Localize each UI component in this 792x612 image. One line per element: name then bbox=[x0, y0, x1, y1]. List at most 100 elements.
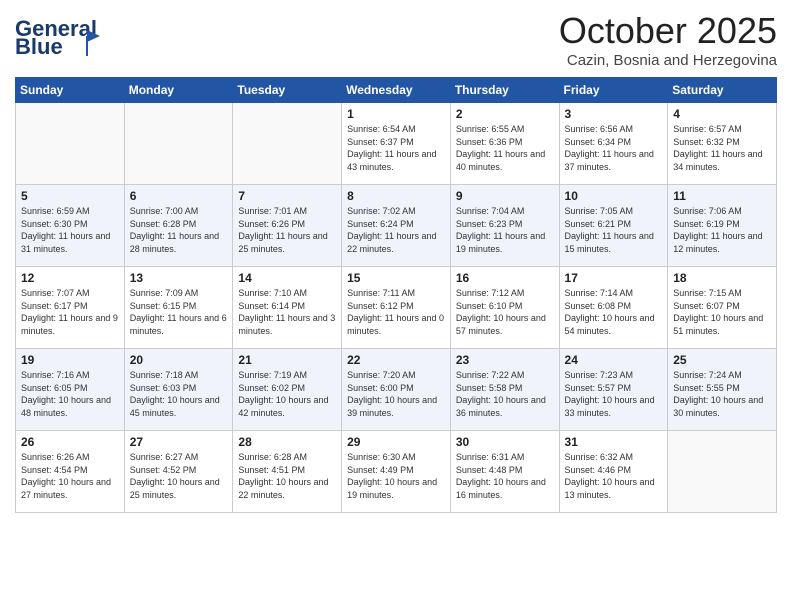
calendar-day-cell: 11 Sunrise: 7:06 AM Sunset: 6:19 PM Dayli… bbox=[668, 185, 777, 267]
day-number: 10 bbox=[565, 189, 663, 203]
calendar-day-cell bbox=[124, 103, 233, 185]
day-info: Sunrise: 7:20 AM Sunset: 6:00 PM Dayligh… bbox=[347, 369, 445, 419]
day-number: 27 bbox=[130, 435, 228, 449]
calendar-day-cell: 28Sunrise: 6:28 AM Sunset: 4:51 PM Dayli… bbox=[233, 431, 342, 513]
day-info: Sunrise: 7:07 AM Sunset: 6:17 PM Dayligh… bbox=[21, 287, 119, 337]
day-number: 22 bbox=[347, 353, 445, 367]
calendar-day-cell: 7 Sunrise: 7:01 AM Sunset: 6:26 PM Daylig… bbox=[233, 185, 342, 267]
calendar-day-cell: 6 Sunrise: 7:00 AM Sunset: 6:28 PM Daylig… bbox=[124, 185, 233, 267]
day-of-week-header: Wednesday bbox=[342, 78, 451, 103]
location: Cazin, Bosnia and Herzegovina bbox=[559, 52, 777, 69]
day-number: 1 bbox=[347, 107, 445, 121]
day-info: Sunrise: 7:18 AM Sunset: 6:03 PM Dayligh… bbox=[130, 369, 228, 419]
day-info: Sunrise: 7:02 AM Sunset: 6:24 PM Dayligh… bbox=[347, 205, 445, 255]
calendar-day-cell: 27 Sunrise: 6:27 AM Sunset: 4:52 PM Dayli… bbox=[124, 431, 233, 513]
day-info: Sunrise: 7:22 AM Sunset: 5:58 PM Dayligh… bbox=[456, 369, 554, 419]
day-info: Sunrise: 7:11 AM Sunset: 6:12 PM Dayligh… bbox=[347, 287, 445, 337]
day-number: 5 bbox=[21, 189, 119, 203]
calendar-week-row: 19 Sunrise: 7:16 AM Sunset: 6:05 PM Dayli… bbox=[16, 349, 777, 431]
calendar-day-cell bbox=[668, 431, 777, 513]
day-info: Sunrise: 6:32 AM Sunset: 4:46 PM Dayligh… bbox=[565, 451, 663, 501]
day-info: Sunrise: 6:59 AM Sunset: 6:30 PM Dayligh… bbox=[21, 205, 119, 255]
calendar-table: SundayMondayTuesdayWednesdayThursdayFrid… bbox=[15, 77, 777, 513]
day-number: 21 bbox=[238, 353, 336, 367]
calendar-day-cell: 24Sunrise: 7:23 AM Sunset: 5:57 PM Dayli… bbox=[559, 349, 668, 431]
day-info: Sunrise: 6:26 AM Sunset: 4:54 PM Dayligh… bbox=[21, 451, 119, 501]
day-info: Sunrise: 7:14 AM Sunset: 6:08 PM Dayligh… bbox=[565, 287, 663, 337]
day-number: 28 bbox=[238, 435, 336, 449]
day-info: Sunrise: 7:01 AM Sunset: 6:26 PM Dayligh… bbox=[238, 205, 336, 255]
calendar-day-cell: 22 Sunrise: 7:20 AM Sunset: 6:00 PM Dayli… bbox=[342, 349, 451, 431]
svg-text:Blue: Blue bbox=[15, 34, 63, 59]
logo-text: General Blue bbox=[15, 14, 110, 64]
calendar-week-row: 26Sunrise: 6:26 AM Sunset: 4:54 PM Dayli… bbox=[16, 431, 777, 513]
day-number: 3 bbox=[565, 107, 663, 121]
day-number: 2 bbox=[456, 107, 554, 121]
day-number: 8 bbox=[347, 189, 445, 203]
day-info: Sunrise: 7:00 AM Sunset: 6:28 PM Dayligh… bbox=[130, 205, 228, 255]
day-number: 7 bbox=[238, 189, 336, 203]
day-number: 6 bbox=[130, 189, 228, 203]
day-info: Sunrise: 6:27 AM Sunset: 4:52 PM Dayligh… bbox=[130, 451, 228, 501]
calendar-day-cell: 2 Sunrise: 6:55 AM Sunset: 6:36 PM Daylig… bbox=[450, 103, 559, 185]
calendar-day-cell: 25 Sunrise: 7:24 AM Sunset: 5:55 PM Dayli… bbox=[668, 349, 777, 431]
calendar-day-cell bbox=[16, 103, 125, 185]
calendar-day-cell: 5 Sunrise: 6:59 AM Sunset: 6:30 PM Daylig… bbox=[16, 185, 125, 267]
day-number: 23 bbox=[456, 353, 554, 367]
day-of-week-header: Saturday bbox=[668, 78, 777, 103]
calendar-day-cell: 12 Sunrise: 7:07 AM Sunset: 6:17 PM Dayli… bbox=[16, 267, 125, 349]
calendar-day-cell: 3 Sunrise: 6:56 AM Sunset: 6:34 PM Daylig… bbox=[559, 103, 668, 185]
day-info: Sunrise: 6:30 AM Sunset: 4:49 PM Dayligh… bbox=[347, 451, 445, 501]
calendar-day-cell: 15Sunrise: 7:11 AM Sunset: 6:12 PM Dayli… bbox=[342, 267, 451, 349]
day-number: 11 bbox=[673, 189, 771, 203]
day-of-week-header: Friday bbox=[559, 78, 668, 103]
day-number: 29 bbox=[347, 435, 445, 449]
calendar-day-cell: 29 Sunrise: 6:30 AM Sunset: 4:49 PM Dayli… bbox=[342, 431, 451, 513]
header: General Blue October 2025 Cazin, Bosnia … bbox=[15, 10, 777, 69]
calendar-day-cell: 4Sunrise: 6:57 AM Sunset: 6:32 PM Daylig… bbox=[668, 103, 777, 185]
title-block: October 2025 Cazin, Bosnia and Herzegovi… bbox=[559, 10, 777, 69]
day-number: 19 bbox=[21, 353, 119, 367]
day-number: 16 bbox=[456, 271, 554, 285]
calendar-day-cell: 21 Sunrise: 7:19 AM Sunset: 6:02 PM Dayli… bbox=[233, 349, 342, 431]
calendar-day-cell: 23 Sunrise: 7:22 AM Sunset: 5:58 PM Dayli… bbox=[450, 349, 559, 431]
day-info: Sunrise: 6:54 AM Sunset: 6:37 PM Dayligh… bbox=[347, 123, 445, 173]
page: General Blue October 2025 Cazin, Bosnia … bbox=[0, 0, 792, 612]
day-info: Sunrise: 6:56 AM Sunset: 6:34 PM Dayligh… bbox=[565, 123, 663, 173]
calendar-day-cell: 10 Sunrise: 7:05 AM Sunset: 6:21 PM Dayli… bbox=[559, 185, 668, 267]
calendar-week-row: 1 Sunrise: 6:54 AM Sunset: 6:37 PM Daylig… bbox=[16, 103, 777, 185]
day-number: 18 bbox=[673, 271, 771, 285]
day-number: 9 bbox=[456, 189, 554, 203]
day-of-week-header: Sunday bbox=[16, 78, 125, 103]
day-number: 13 bbox=[130, 271, 228, 285]
day-info: Sunrise: 7:04 AM Sunset: 6:23 PM Dayligh… bbox=[456, 205, 554, 255]
day-info: Sunrise: 7:24 AM Sunset: 5:55 PM Dayligh… bbox=[673, 369, 771, 419]
calendar-day-cell: 9 Sunrise: 7:04 AM Sunset: 6:23 PM Daylig… bbox=[450, 185, 559, 267]
calendar-day-cell: 31 Sunrise: 6:32 AM Sunset: 4:46 PM Dayli… bbox=[559, 431, 668, 513]
day-number: 31 bbox=[565, 435, 663, 449]
calendar-week-row: 5 Sunrise: 6:59 AM Sunset: 6:30 PM Daylig… bbox=[16, 185, 777, 267]
calendar-day-cell: 8 Sunrise: 7:02 AM Sunset: 6:24 PM Daylig… bbox=[342, 185, 451, 267]
calendar-day-cell: 1 Sunrise: 6:54 AM Sunset: 6:37 PM Daylig… bbox=[342, 103, 451, 185]
logo: General Blue bbox=[15, 14, 110, 64]
day-info: Sunrise: 7:05 AM Sunset: 6:21 PM Dayligh… bbox=[565, 205, 663, 255]
day-info: Sunrise: 6:55 AM Sunset: 6:36 PM Dayligh… bbox=[456, 123, 554, 173]
day-number: 12 bbox=[21, 271, 119, 285]
calendar-day-cell: 30Sunrise: 6:31 AM Sunset: 4:48 PM Dayli… bbox=[450, 431, 559, 513]
calendar-day-cell: 17Sunrise: 7:14 AM Sunset: 6:08 PM Dayli… bbox=[559, 267, 668, 349]
day-info: Sunrise: 7:23 AM Sunset: 5:57 PM Dayligh… bbox=[565, 369, 663, 419]
day-number: 30 bbox=[456, 435, 554, 449]
day-number: 4 bbox=[673, 107, 771, 121]
calendar-header-row: SundayMondayTuesdayWednesdayThursdayFrid… bbox=[16, 78, 777, 103]
day-of-week-header: Thursday bbox=[450, 78, 559, 103]
calendar-day-cell bbox=[233, 103, 342, 185]
day-info: Sunrise: 7:16 AM Sunset: 6:05 PM Dayligh… bbox=[21, 369, 119, 419]
day-info: Sunrise: 7:09 AM Sunset: 6:15 PM Dayligh… bbox=[130, 287, 228, 337]
day-info: Sunrise: 7:06 AM Sunset: 6:19 PM Dayligh… bbox=[673, 205, 771, 255]
month-title: October 2025 bbox=[559, 10, 777, 52]
calendar-week-row: 12 Sunrise: 7:07 AM Sunset: 6:17 PM Dayli… bbox=[16, 267, 777, 349]
day-info: Sunrise: 7:19 AM Sunset: 6:02 PM Dayligh… bbox=[238, 369, 336, 419]
day-number: 20 bbox=[130, 353, 228, 367]
day-number: 25 bbox=[673, 353, 771, 367]
calendar-day-cell: 16Sunrise: 7:12 AM Sunset: 6:10 PM Dayli… bbox=[450, 267, 559, 349]
